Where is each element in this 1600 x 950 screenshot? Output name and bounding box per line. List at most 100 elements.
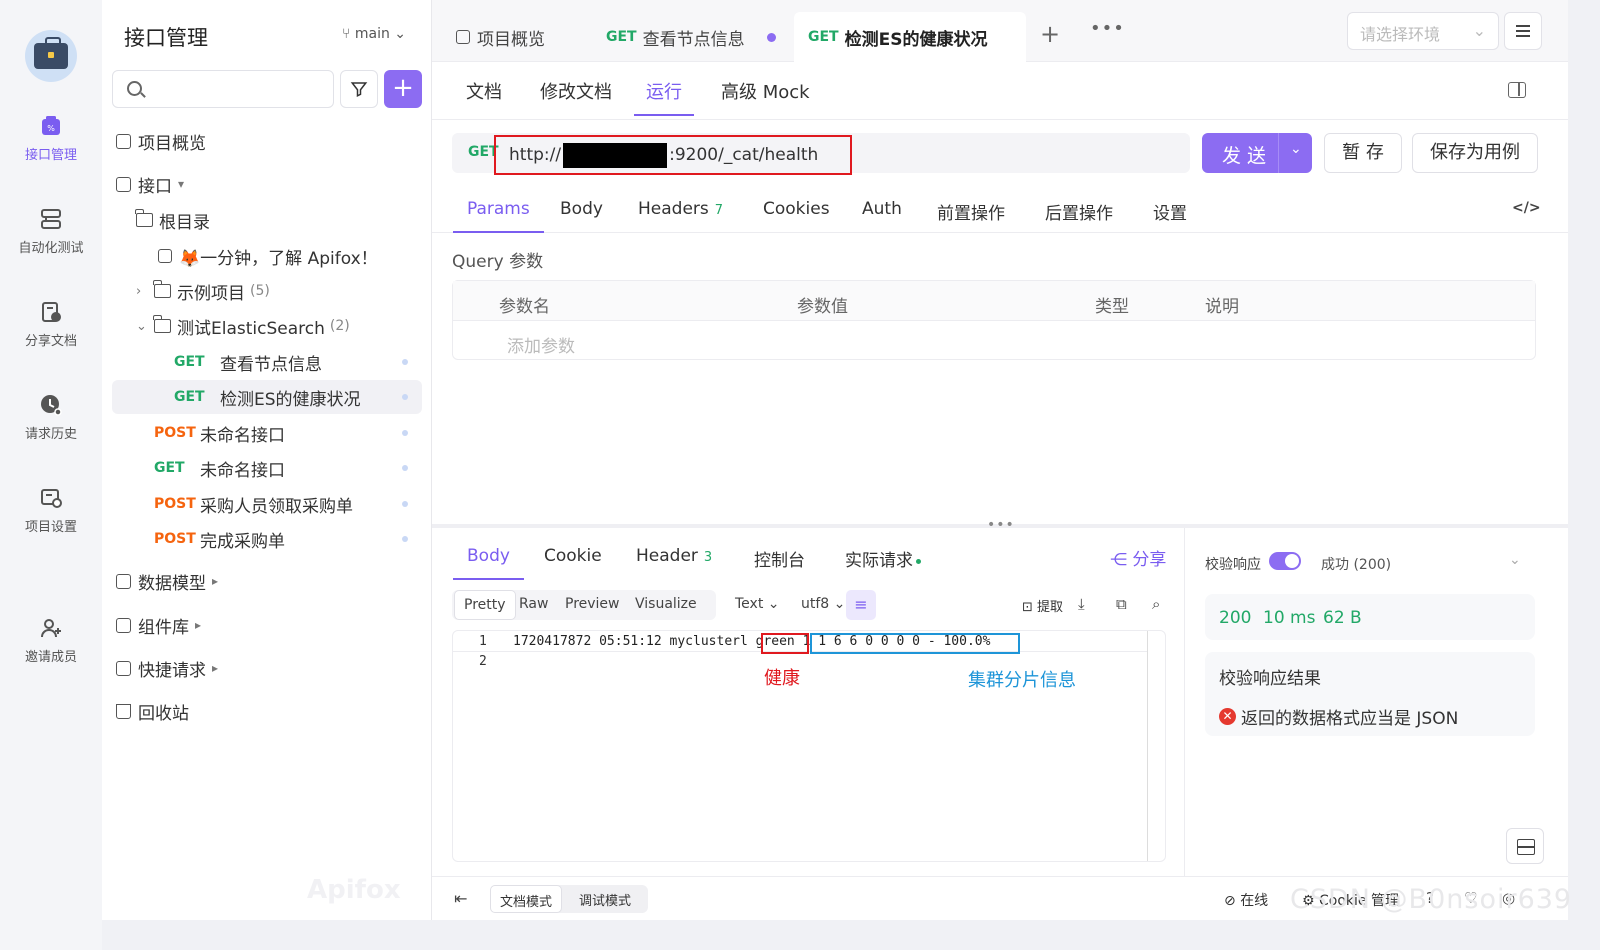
tree-item-intro-doc[interactable]: 🦊一分钟，了解 Apifox！ — [158, 239, 468, 273]
rail-item-api-manage[interactable]: % 接口管理 — [0, 114, 102, 163]
validate-toggle[interactable] — [1269, 552, 1301, 570]
add-param-input[interactable]: 添加参数 — [507, 332, 575, 357]
debug-mode-button[interactable]: 调试模式 — [570, 885, 640, 913]
project-logo[interactable] — [25, 30, 77, 82]
chevron-down-icon[interactable]: ⌄ — [1509, 552, 1521, 568]
more-tabs-button[interactable]: ••• — [1090, 18, 1125, 39]
tree-item-root-2[interactable]: POST 采购人员领取采购单 — [112, 487, 422, 521]
res-tab-actual-request[interactable]: 实际请求 — [845, 546, 921, 571]
method-badge: GET — [808, 29, 839, 45]
tree-item-example-project[interactable]: › 示例项目 (5) — [136, 274, 446, 308]
tree-item-quick-request[interactable]: 快捷请求 ▸ — [116, 651, 426, 685]
chevron-down-icon: ⌄ — [829, 596, 846, 612]
req-tab-post-ops[interactable]: 后置操作 — [1045, 199, 1113, 224]
response-body-viewer[interactable]: 1 2 1720417872 05:51:12 myclusterl green… — [452, 630, 1166, 862]
tree-item-root-3[interactable]: POST 完成采购单 — [112, 522, 422, 556]
tree-item-root-dir[interactable]: 根目录 — [135, 203, 446, 237]
more-icon: ••• — [1090, 18, 1125, 39]
rail-item-history[interactable]: 请求历史 — [0, 393, 102, 442]
rail-item-share-doc[interactable]: 分享文档 — [0, 300, 102, 349]
send-button[interactable]: 发 送 ⌄ — [1202, 133, 1312, 173]
layout-toggle-button[interactable] — [1506, 828, 1544, 864]
rail-item-invite[interactable]: 邀请成员 — [0, 616, 102, 665]
save-button[interactable]: 暂 存 — [1324, 133, 1402, 173]
doc-mode-button[interactable]: 文档模式 — [490, 885, 563, 913]
line-number: 2 — [479, 654, 487, 669]
online-label: 在线 — [1240, 893, 1269, 909]
tab-node-info[interactable]: GET 查看节点信息 — [592, 12, 792, 62]
tab-project-overview[interactable]: 项目概览 — [442, 12, 592, 62]
filter-icon — [350, 82, 368, 97]
column-header: 参数值 — [797, 297, 848, 317]
menu-button[interactable] — [1504, 12, 1542, 50]
add-button[interactable]: + — [384, 70, 422, 108]
caret-down-icon: ▾ — [178, 177, 185, 191]
download-icon[interactable]: ⤓ — [1078, 595, 1085, 613]
req-tab-body[interactable]: Body — [560, 199, 603, 219]
plus-icon: + — [1040, 20, 1061, 48]
tree-item-root-1[interactable]: GET 未命名接口 — [112, 451, 422, 485]
share-button[interactable]: ⋲ 分享 — [1110, 545, 1166, 570]
chevron-down-icon: ⌄ — [136, 318, 147, 334]
table-header: 参数名 参数值 类型 说明 — [453, 281, 1535, 321]
req-tab-headers[interactable]: Headers 7 — [638, 199, 723, 219]
error-text: 返回的数据格式应当是 JSON — [1241, 709, 1459, 729]
subtab-run[interactable]: 运行 — [634, 78, 694, 116]
res-tab-cookie[interactable]: Cookie — [544, 546, 602, 566]
subtab-advanced-mock[interactable]: 高级 Mock — [721, 78, 810, 104]
item-count: (5) — [250, 283, 270, 299]
side-panel-icon[interactable] — [1508, 82, 1526, 98]
tree-item-root-0[interactable]: POST 未命名接口 — [112, 416, 422, 450]
shards-annotation: 集群分片信息 — [968, 670, 1076, 691]
tree-label: 示例项目 — [177, 283, 245, 304]
res-tab-header[interactable]: Header 3 — [636, 546, 712, 566]
subtab-doc[interactable]: 文档 — [466, 78, 502, 104]
tree-item-data-model[interactable]: 数据模型 ▸ — [116, 564, 426, 598]
search-icon[interactable]: ⌕ — [1152, 595, 1160, 613]
branch-selector[interactable]: ⑂ main ⌄ — [342, 26, 406, 42]
req-tab-auth[interactable]: Auth — [862, 199, 902, 219]
tree-item-es-1[interactable]: GET 检测ES的健康状况 — [112, 380, 422, 414]
tree-item-es-folder[interactable]: ⌄ 测试ElasticSearch (2) — [136, 309, 446, 343]
code-icon[interactable]: </> — [1512, 200, 1541, 216]
environment-select[interactable]: 请选择环境 ⌄ — [1347, 12, 1499, 50]
save-as-case-button[interactable]: 保存为用例 — [1412, 133, 1538, 173]
svg-text:%: % — [47, 124, 55, 133]
res-tab-console[interactable]: 控制台 — [754, 546, 805, 571]
format-visualize[interactable]: Visualize — [626, 590, 706, 620]
wrap-lines-button[interactable]: ≡ — [846, 590, 876, 620]
req-tab-settings[interactable]: 设置 — [1153, 199, 1187, 224]
chevron-down-icon[interactable]: ⌄ — [1290, 141, 1302, 157]
rail-item-automation[interactable]: 自动化测试 — [0, 207, 102, 256]
req-tab-cookies[interactable]: Cookies — [763, 199, 830, 219]
format-pretty[interactable]: Pretty — [454, 590, 516, 620]
tree-item-api[interactable]: 接口 ▾ — [116, 167, 426, 201]
tree-item-components[interactable]: 组件库 ▸ — [116, 608, 426, 642]
req-tab-pre-ops[interactable]: 前置操作 — [937, 199, 1005, 224]
collapse-sidebar-icon[interactable]: ⇤ — [454, 889, 467, 908]
tab-es-health[interactable]: GET 检测ES的健康状况 — [794, 12, 1026, 62]
req-tab-params[interactable]: Params — [453, 199, 544, 233]
content-type-select[interactable]: Text ⌄ — [726, 590, 789, 620]
new-tab-button[interactable]: + — [1040, 20, 1060, 48]
validate-status: 成功 (200) — [1321, 557, 1392, 573]
rail-item-project-settings[interactable]: 项目设置 — [0, 486, 102, 535]
filter-button[interactable] — [340, 70, 378, 108]
format-raw[interactable]: Raw — [510, 590, 557, 620]
tree-item-recycle[interactable]: 回收站 — [116, 694, 426, 728]
scrollbar-track[interactable] — [1147, 631, 1148, 861]
left-rail: % 接口管理 自动化测试 分享文档 请求历史 项目设置 邀请成员 — [0, 0, 102, 950]
res-tab-body[interactable]: Body — [453, 546, 524, 580]
tree-item-overview[interactable]: 项目概览 — [116, 124, 426, 158]
online-status[interactable]: ⊘ 在线 — [1224, 890, 1268, 910]
extract-button[interactable]: ⊡ 提取 — [1022, 596, 1063, 615]
format-preview[interactable]: Preview — [556, 590, 629, 620]
unsaved-dot[interactable] — [767, 33, 776, 42]
url-input[interactable]: http://:9200/_cat/health — [494, 135, 852, 175]
tab-label: 查看节点信息 — [642, 29, 745, 50]
tree-item-es-0[interactable]: GET 查看节点信息 — [112, 345, 422, 379]
shards-highlight-box — [810, 633, 1020, 654]
tree-search-input[interactable] — [112, 70, 334, 108]
copy-icon[interactable]: ⧉ — [1116, 595, 1127, 613]
subtab-edit-doc[interactable]: 修改文档 — [540, 78, 612, 104]
